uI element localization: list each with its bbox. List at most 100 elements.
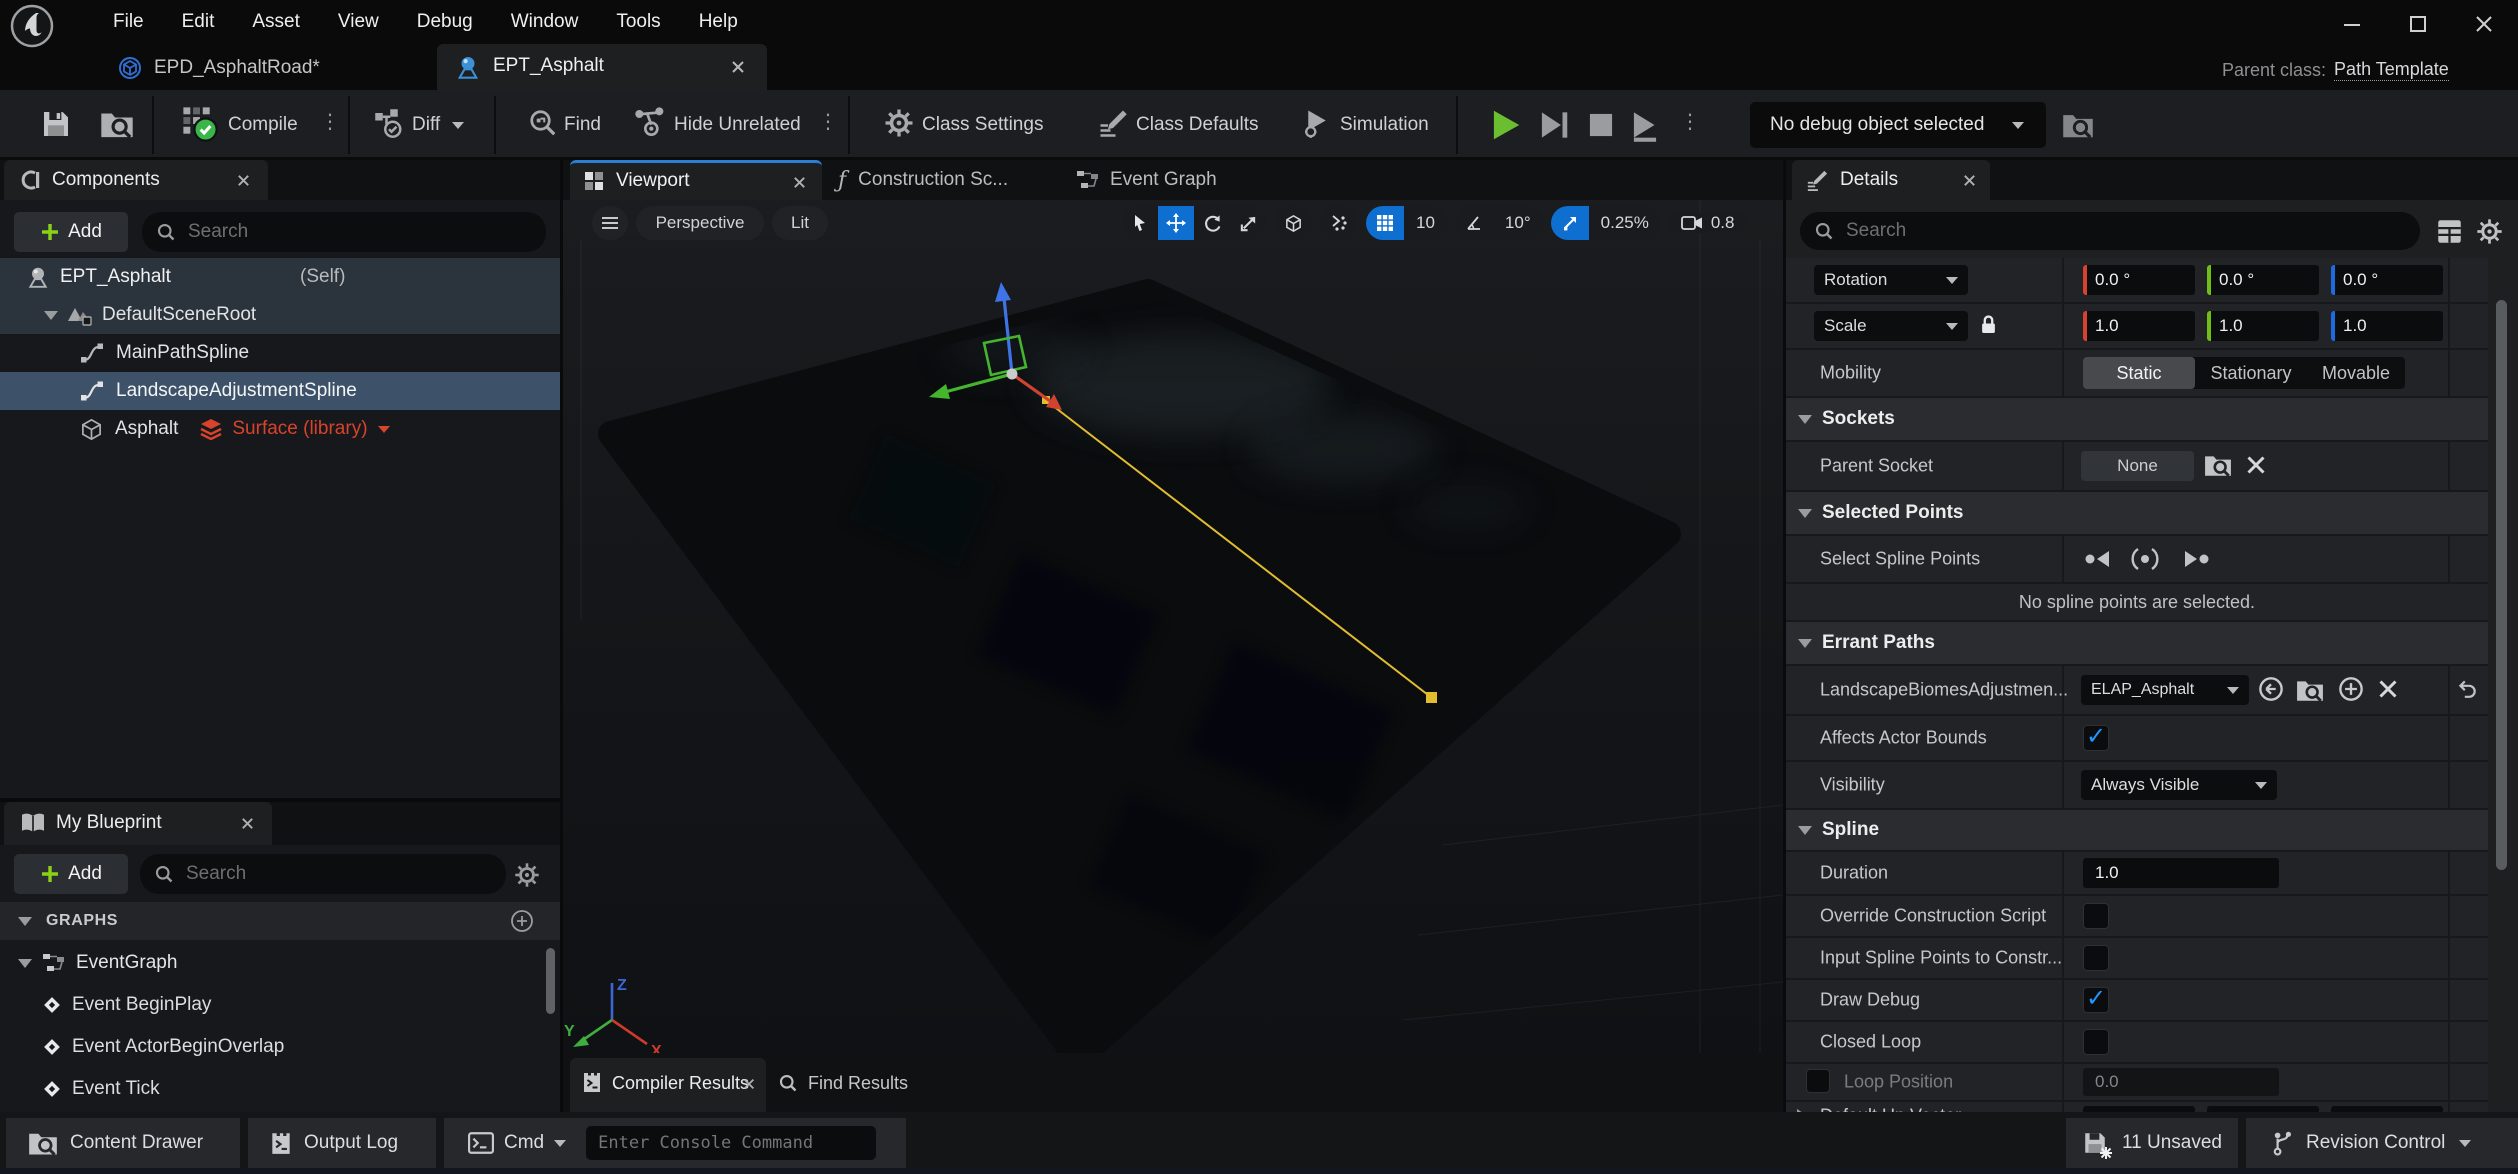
- close-icon[interactable]: [236, 173, 251, 188]
- window-minimize-button[interactable]: [2340, 12, 2364, 36]
- elap-asphalt-dropdown[interactable]: ELAP_Asphalt: [2081, 675, 2249, 705]
- rotation-mode-dropdown[interactable]: Rotation: [1814, 265, 1968, 295]
- select-prev-point-icon[interactable]: [2083, 549, 2113, 569]
- selected-points-section-header[interactable]: Selected Points: [1786, 492, 2488, 536]
- close-icon[interactable]: [792, 175, 807, 190]
- camera-speed-icon[interactable]: [1681, 215, 1703, 231]
- visibility-dropdown[interactable]: Always Visible: [2081, 770, 2277, 800]
- use-selected-asset-icon[interactable]: [2258, 676, 2284, 702]
- close-icon[interactable]: [729, 58, 747, 76]
- select-next-point-icon[interactable]: [2181, 549, 2211, 569]
- event-graph-tab[interactable]: Event Graph: [1076, 165, 1217, 195]
- expander-triangle-icon[interactable]: [44, 311, 58, 320]
- simulation-button[interactable]: Simulation: [1340, 114, 1429, 136]
- debug-browse-icon[interactable]: [2062, 110, 2094, 140]
- components-search-input[interactable]: [142, 212, 546, 252]
- details-tab[interactable]: Details: [1792, 160, 1990, 200]
- console-command-input[interactable]: [586, 1126, 876, 1160]
- details-search-input[interactable]: [1800, 212, 2420, 250]
- override-construction-script-checkbox[interactable]: [2083, 903, 2109, 929]
- mobility-movable-button[interactable]: Movable: [2307, 357, 2405, 389]
- menu-help[interactable]: Help: [699, 11, 738, 33]
- asset-tab-epd-asphaltroad[interactable]: EPD_AsphaltRoad*: [118, 50, 320, 86]
- reset-to-default-undo-icon[interactable]: [2456, 678, 2478, 698]
- find-icon[interactable]: [528, 108, 558, 138]
- blueprint-settings-gear-icon[interactable]: [514, 862, 540, 888]
- tree-item-landscapeadjustmentspline[interactable]: LandscapeAdjustmentSpline: [0, 372, 560, 410]
- cmd-label[interactable]: Cmd: [504, 1132, 544, 1154]
- find-results-tab[interactable]: Find Results: [778, 1068, 908, 1098]
- stop-button[interactable]: [1582, 106, 1620, 144]
- hide-unrelated-kebab-icon[interactable]: ⋮: [818, 112, 838, 132]
- play-options-kebab-icon[interactable]: ⋮: [1680, 112, 1700, 132]
- clear-x-icon[interactable]: [2378, 679, 2398, 699]
- rotation-snap-toggle[interactable]: [1455, 206, 1493, 240]
- browse-asset-icon[interactable]: [100, 108, 134, 140]
- frame-skip-button[interactable]: [1534, 106, 1572, 144]
- menu-debug[interactable]: Debug: [417, 11, 473, 33]
- scale-x-field[interactable]: 1.0: [2083, 311, 2195, 341]
- scale-snap-toggle[interactable]: [1551, 206, 1589, 240]
- hide-unrelated-icon[interactable]: [634, 106, 666, 138]
- rotation-z-field[interactable]: 0.0 °: [2331, 265, 2443, 295]
- mobility-stationary-button[interactable]: Stationary: [2195, 357, 2307, 389]
- lock-icon[interactable]: [1980, 313, 1997, 336]
- play-button[interactable]: [1486, 106, 1524, 144]
- grid-snap-value[interactable]: 10: [1404, 213, 1447, 233]
- tree-item-asphalt[interactable]: Asphalt Surface (library): [0, 410, 560, 448]
- camera-speed-value[interactable]: 0.8: [1711, 213, 1735, 233]
- menu-asset[interactable]: Asset: [252, 11, 300, 33]
- diff-button[interactable]: Diff: [412, 114, 440, 136]
- tree-item-ept-asphalt[interactable]: EPT_Asphalt (Self): [0, 258, 560, 296]
- parent-socket-none-button[interactable]: None: [2081, 451, 2194, 481]
- menu-tools[interactable]: Tools: [616, 11, 660, 33]
- revision-control-button[interactable]: Revision Control: [2246, 1118, 2518, 1168]
- parent-class-link[interactable]: Path Template: [2334, 59, 2449, 81]
- event-tick-row[interactable]: Event Tick: [0, 1070, 560, 1108]
- simulation-icon[interactable]: [1302, 108, 1332, 138]
- add-graph-plus-icon[interactable]: [510, 909, 534, 933]
- unsaved-button[interactable]: 11 Unsaved: [2066, 1118, 2238, 1168]
- menu-file[interactable]: File: [113, 11, 144, 33]
- debug-object-dropdown[interactable]: No debug object selected: [1750, 102, 2046, 148]
- output-log-button[interactable]: Output Log: [248, 1118, 436, 1168]
- content-drawer-button[interactable]: Content Drawer: [6, 1118, 240, 1168]
- find-button[interactable]: Find: [564, 114, 601, 136]
- window-close-button[interactable]: [2472, 12, 2496, 36]
- details-settings-gear-icon[interactable]: [2476, 218, 2503, 245]
- details-display-grid-icon[interactable]: [2436, 218, 2463, 245]
- expander-triangle-icon[interactable]: [18, 959, 32, 968]
- play-to-end-button[interactable]: [1626, 106, 1664, 144]
- errant-paths-section-header[interactable]: Errant Paths: [1786, 622, 2488, 666]
- loop-position-enable-checkbox[interactable]: [1806, 1069, 1830, 1093]
- rotation-y-field[interactable]: 0.0 °: [2207, 265, 2319, 295]
- menu-window[interactable]: Window: [511, 11, 579, 33]
- rotation-snap-value[interactable]: 10°: [1493, 213, 1543, 233]
- sockets-section-header[interactable]: Sockets: [1786, 398, 2488, 442]
- window-maximize-button[interactable]: [2406, 12, 2430, 36]
- class-settings-button[interactable]: Class Settings: [922, 114, 1043, 136]
- surface-snap-button[interactable]: [1320, 206, 1358, 240]
- rotation-x-field[interactable]: 0.0 °: [2083, 265, 2195, 295]
- rotate-tool-button[interactable]: [1194, 206, 1230, 240]
- perspective-button[interactable]: Perspective: [636, 206, 764, 240]
- duration-field[interactable]: 1.0: [2083, 858, 2279, 888]
- tree-item-mainpathspline[interactable]: MainPathSpline: [0, 334, 560, 372]
- components-add-button[interactable]: Add: [14, 212, 128, 252]
- socket-clear-x-icon[interactable]: [2246, 455, 2266, 475]
- scale-mode-dropdown[interactable]: Scale: [1814, 311, 1968, 341]
- viewport-scene[interactable]: Z Y X: [563, 200, 1783, 1053]
- select-tool-button[interactable]: [1122, 206, 1158, 240]
- event-beginplay-row[interactable]: Event BeginPlay: [0, 986, 560, 1024]
- class-defaults-button[interactable]: Class Defaults: [1136, 114, 1259, 136]
- save-icon[interactable]: [40, 108, 72, 140]
- diff-icon[interactable]: [374, 108, 404, 138]
- mobility-static-button[interactable]: Static: [2083, 357, 2195, 389]
- components-tab[interactable]: Components: [4, 160, 268, 200]
- hide-unrelated-button[interactable]: Hide Unrelated: [674, 114, 801, 136]
- spline-section-header[interactable]: Spline: [1786, 810, 2488, 852]
- gizmo-space-button[interactable]: [1274, 206, 1312, 240]
- browse-to-asset-icon[interactable]: [2296, 677, 2324, 703]
- input-spline-points-checkbox[interactable]: [2083, 945, 2109, 971]
- construction-script-tab[interactable]: ƒ Construction Sc...: [838, 165, 1008, 195]
